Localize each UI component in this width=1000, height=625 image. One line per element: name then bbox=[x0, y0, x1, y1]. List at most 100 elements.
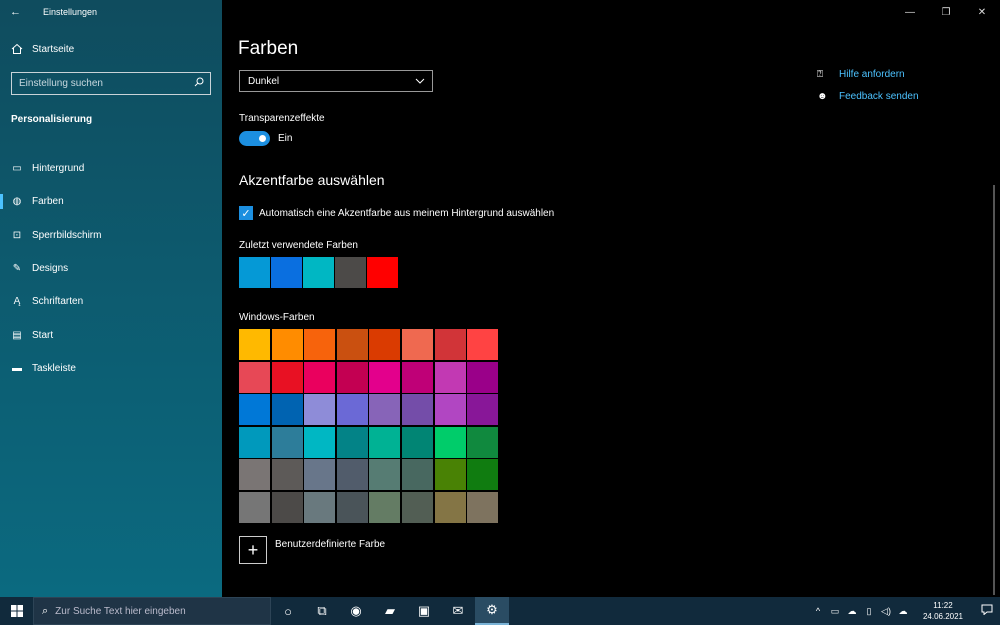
cortana-icon[interactable]: ○ bbox=[271, 597, 305, 625]
sidebar-item-hintergrund[interactable]: ▭ Hintergrund bbox=[0, 152, 222, 185]
windows-color-swatch[interactable] bbox=[467, 491, 499, 523]
plus-icon[interactable]: + bbox=[239, 536, 267, 564]
link-feedback[interactable]: ☻ Feedback senden bbox=[817, 88, 919, 104]
sidebar-item-start[interactable]: ▤ Start bbox=[0, 318, 222, 351]
lockscreen-icon: ⊡ bbox=[12, 229, 22, 241]
windows-color-swatch[interactable] bbox=[271, 329, 303, 360]
windows-color-swatch[interactable] bbox=[271, 491, 303, 523]
windows-color-swatch[interactable] bbox=[434, 329, 466, 360]
windows-color-swatch[interactable] bbox=[401, 459, 433, 491]
search-icon: ⌕ bbox=[42, 604, 49, 617]
sidebar-item-label: Start bbox=[32, 329, 54, 341]
font-icon: Ą bbox=[13, 296, 21, 308]
windows-color-swatch[interactable] bbox=[304, 361, 336, 393]
windows-color-swatch[interactable] bbox=[336, 361, 368, 393]
auto-accent-checkbox[interactable]: ✓ bbox=[239, 206, 253, 220]
windows-color-swatch[interactable] bbox=[336, 459, 368, 491]
windows-color-swatch[interactable] bbox=[304, 426, 336, 458]
sidebar-item-schriftarten[interactable]: Ą Schriftarten bbox=[0, 285, 222, 318]
link-help-chat[interactable]: ⍰ Hilfe anfordern bbox=[817, 66, 919, 82]
windows-color-swatch[interactable] bbox=[467, 459, 499, 491]
sidebar-item-designs[interactable]: ✎ Designs bbox=[0, 252, 222, 285]
store-icon[interactable]: ▣ bbox=[407, 597, 441, 625]
windows-color-swatch[interactable] bbox=[369, 329, 401, 360]
windows-color-swatch[interactable] bbox=[401, 491, 433, 523]
recent-color-swatch[interactable] bbox=[271, 257, 302, 288]
windows-color-swatch[interactable] bbox=[467, 361, 499, 393]
transparency-toggle[interactable] bbox=[239, 131, 270, 146]
windows-color-swatch[interactable] bbox=[369, 426, 401, 458]
clock-time: 11:22 bbox=[933, 601, 953, 610]
windows-color-swatch[interactable] bbox=[369, 394, 401, 426]
scrollbar[interactable] bbox=[993, 185, 995, 595]
windows-color-swatch[interactable] bbox=[239, 361, 270, 393]
tray-icon[interactable]: ^ bbox=[810, 606, 826, 617]
sidebar-item-farben[interactable]: ◍ Farben bbox=[0, 185, 222, 218]
windows-color-swatch[interactable] bbox=[336, 491, 368, 523]
windows-color-swatch[interactable] bbox=[434, 426, 466, 458]
windows-color-swatch[interactable] bbox=[271, 361, 303, 393]
back-arrow-icon[interactable]: ← bbox=[10, 6, 24, 18]
windows-color-swatch[interactable] bbox=[239, 329, 270, 360]
maximize-button[interactable]: ❐ bbox=[928, 0, 964, 24]
tray-icon[interactable]: ◁) bbox=[878, 606, 894, 617]
minimize-button[interactable]: — bbox=[892, 0, 928, 24]
windows-color-swatch[interactable] bbox=[336, 426, 368, 458]
color-mode-dropdown[interactable]: Dunkel bbox=[239, 70, 433, 92]
windows-color-swatch[interactable] bbox=[467, 394, 499, 426]
windows-color-swatch[interactable] bbox=[239, 394, 270, 426]
settings-search-input[interactable]: Einstellung suchen bbox=[11, 72, 211, 95]
windows-color-swatch[interactable] bbox=[369, 491, 401, 523]
file-explorer-icon[interactable]: ▰ bbox=[373, 597, 407, 625]
feedback-icon: ☻ bbox=[817, 90, 828, 102]
windows-color-swatch[interactable] bbox=[304, 329, 336, 360]
windows-color-swatch[interactable] bbox=[271, 426, 303, 458]
windows-color-swatch[interactable] bbox=[239, 426, 270, 458]
tray-icon[interactable]: ▭ bbox=[827, 606, 843, 617]
sidebar-item-taskleiste[interactable]: ▬ Taskleiste bbox=[0, 352, 222, 385]
settings-icon[interactable]: ⚙ bbox=[475, 597, 509, 625]
notification-icon[interactable] bbox=[974, 604, 1000, 618]
edge-icon[interactable]: ◉ bbox=[339, 597, 373, 625]
windows-color-swatch[interactable] bbox=[304, 394, 336, 426]
start-button[interactable] bbox=[0, 597, 33, 625]
search-icon[interactable] bbox=[194, 77, 204, 90]
recent-color-swatch[interactable] bbox=[367, 257, 398, 288]
windows-color-swatch[interactable] bbox=[467, 329, 499, 360]
tray-icon[interactable]: ☁ bbox=[895, 606, 911, 617]
windows-color-swatch[interactable] bbox=[401, 394, 433, 426]
recent-color-swatch[interactable] bbox=[239, 257, 270, 288]
recent-color-swatch[interactable] bbox=[303, 257, 334, 288]
windows-color-swatch[interactable] bbox=[401, 329, 433, 360]
windows-color-swatch[interactable] bbox=[239, 491, 270, 523]
sidebar-item-sperrbildschirm[interactable]: ⊡ Sperrbildschirm bbox=[0, 219, 222, 252]
help-chat-icon: ⍰ bbox=[817, 68, 823, 80]
close-button[interactable]: ✕ bbox=[964, 0, 1000, 24]
recent-color-swatch[interactable] bbox=[335, 257, 366, 288]
home-link[interactable]: Startseite bbox=[0, 36, 222, 62]
mail-icon[interactable]: ✉ bbox=[441, 597, 475, 625]
windows-color-swatch[interactable] bbox=[336, 329, 368, 360]
windows-color-swatch[interactable] bbox=[434, 491, 466, 523]
windows-color-swatch[interactable] bbox=[434, 361, 466, 393]
windows-color-swatch[interactable] bbox=[369, 459, 401, 491]
windows-color-swatch[interactable] bbox=[434, 394, 466, 426]
windows-color-swatch[interactable] bbox=[467, 426, 499, 458]
windows-color-swatch[interactable] bbox=[336, 394, 368, 426]
windows-color-swatch[interactable] bbox=[369, 361, 401, 393]
custom-color-row[interactable]: + Benutzerdefinierte Farbe bbox=[239, 536, 385, 564]
windows-color-swatch[interactable] bbox=[401, 361, 433, 393]
task-view-icon[interactable]: ⧉ bbox=[305, 597, 339, 625]
windows-color-swatch[interactable] bbox=[271, 459, 303, 491]
windows-color-swatch[interactable] bbox=[434, 459, 466, 491]
title-bar: ← Einstellungen bbox=[0, 0, 222, 24]
windows-color-swatch[interactable] bbox=[304, 491, 336, 523]
windows-color-swatch[interactable] bbox=[304, 459, 336, 491]
windows-color-swatch[interactable] bbox=[401, 426, 433, 458]
tray-icon[interactable]: ☁ bbox=[844, 606, 860, 617]
windows-color-swatch[interactable] bbox=[239, 459, 270, 491]
taskbar-search-input[interactable]: ⌕ Zur Suche Text hier eingeben bbox=[33, 597, 271, 625]
clock[interactable]: 11:22 24.06.2021 bbox=[918, 600, 968, 622]
tray-icon[interactable]: ▯ bbox=[861, 606, 877, 617]
windows-color-swatch[interactable] bbox=[271, 394, 303, 426]
